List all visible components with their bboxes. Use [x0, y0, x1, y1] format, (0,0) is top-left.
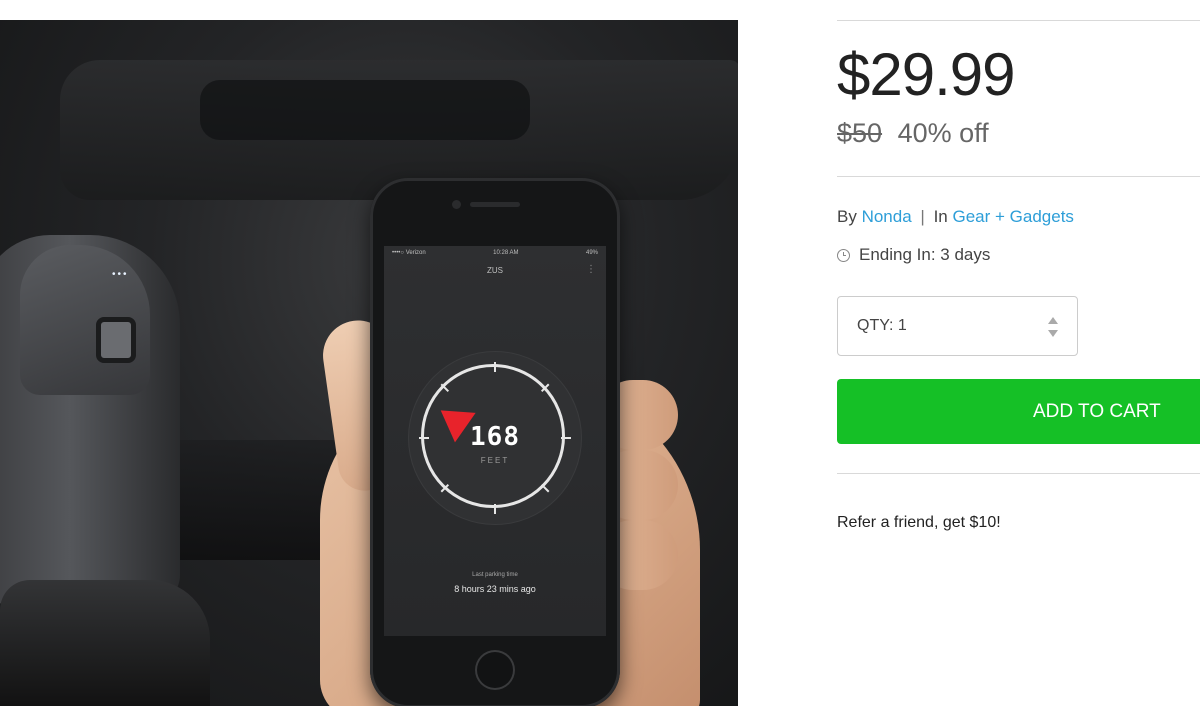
original-price: $50 — [837, 118, 883, 148]
meta-separator: | — [920, 207, 925, 226]
car-charger: ••• — [0, 235, 180, 605]
divider — [837, 176, 1200, 177]
stepper-arrows-icon[interactable] — [1047, 317, 1059, 337]
status-battery: 49% — [585, 250, 598, 256]
smartphone: ••••○ Verizon 10:28 AM 49% ZUS ⋮ 168 FEE… — [370, 178, 620, 706]
price-details: $50 40% off — [837, 118, 989, 149]
distance-value: 168 — [470, 422, 520, 452]
parking-time: 8 hours 23 mins ago — [454, 584, 536, 594]
charger-led-indicator: ••• — [112, 269, 129, 280]
referral-text: Refer a friend, get $10! — [837, 514, 1001, 531]
status-carrier: ••••○ Verizon — [392, 250, 426, 256]
clock-icon — [837, 248, 850, 262]
divider — [837, 473, 1200, 474]
phone-screen: ••••○ Verizon 10:28 AM 49% ZUS ⋮ 168 FEE… — [384, 246, 606, 636]
gauge-tick — [494, 504, 496, 514]
phone-home-button — [475, 650, 515, 690]
divider — [837, 20, 1200, 21]
add-to-cart-button[interactable]: ADD TO CART — [837, 379, 1200, 444]
category-link[interactable]: Gear + Gadgets — [953, 207, 1074, 226]
phone-camera — [452, 200, 461, 209]
product-image: ••• ••••○ Verizon 10:28 AM 49% ZUS ⋮ 168… — [0, 20, 738, 706]
status-time: 10:28 AM — [493, 250, 519, 256]
quantity-selector[interactable]: QTY: 1 — [837, 296, 1078, 356]
by-label: By — [837, 207, 857, 226]
charger-face: ••• — [20, 245, 150, 395]
gauge-tick — [494, 362, 496, 372]
vendor-link[interactable]: Nonda — [862, 207, 912, 226]
in-label: In — [933, 207, 948, 226]
car-vent — [200, 80, 530, 140]
sale-price: $29.99 — [837, 41, 1016, 108]
cup-holder — [0, 580, 210, 706]
app-header: ZUS ⋮ — [384, 264, 606, 275]
charger-logo — [96, 317, 136, 363]
quantity-value: QTY: 1 — [857, 317, 907, 334]
vendor-category-line: By Nonda | In Gear + Gadgets — [837, 207, 1074, 227]
discount-label: 40% off — [897, 118, 989, 148]
ending-text: Ending In: 3 days — [859, 245, 991, 264]
more-menu-icon: ⋮ — [586, 264, 596, 275]
status-bar: ••••○ Verizon 10:28 AM 49% — [384, 246, 606, 260]
ending-countdown: Ending In: 3 days — [837, 245, 990, 265]
parking-label: Last parking time — [472, 572, 518, 578]
app-name: ZUS — [487, 266, 503, 275]
distance-gauge: 168 FEET — [409, 352, 581, 524]
distance-unit: FEET — [480, 456, 510, 465]
phone-speaker — [470, 202, 520, 207]
